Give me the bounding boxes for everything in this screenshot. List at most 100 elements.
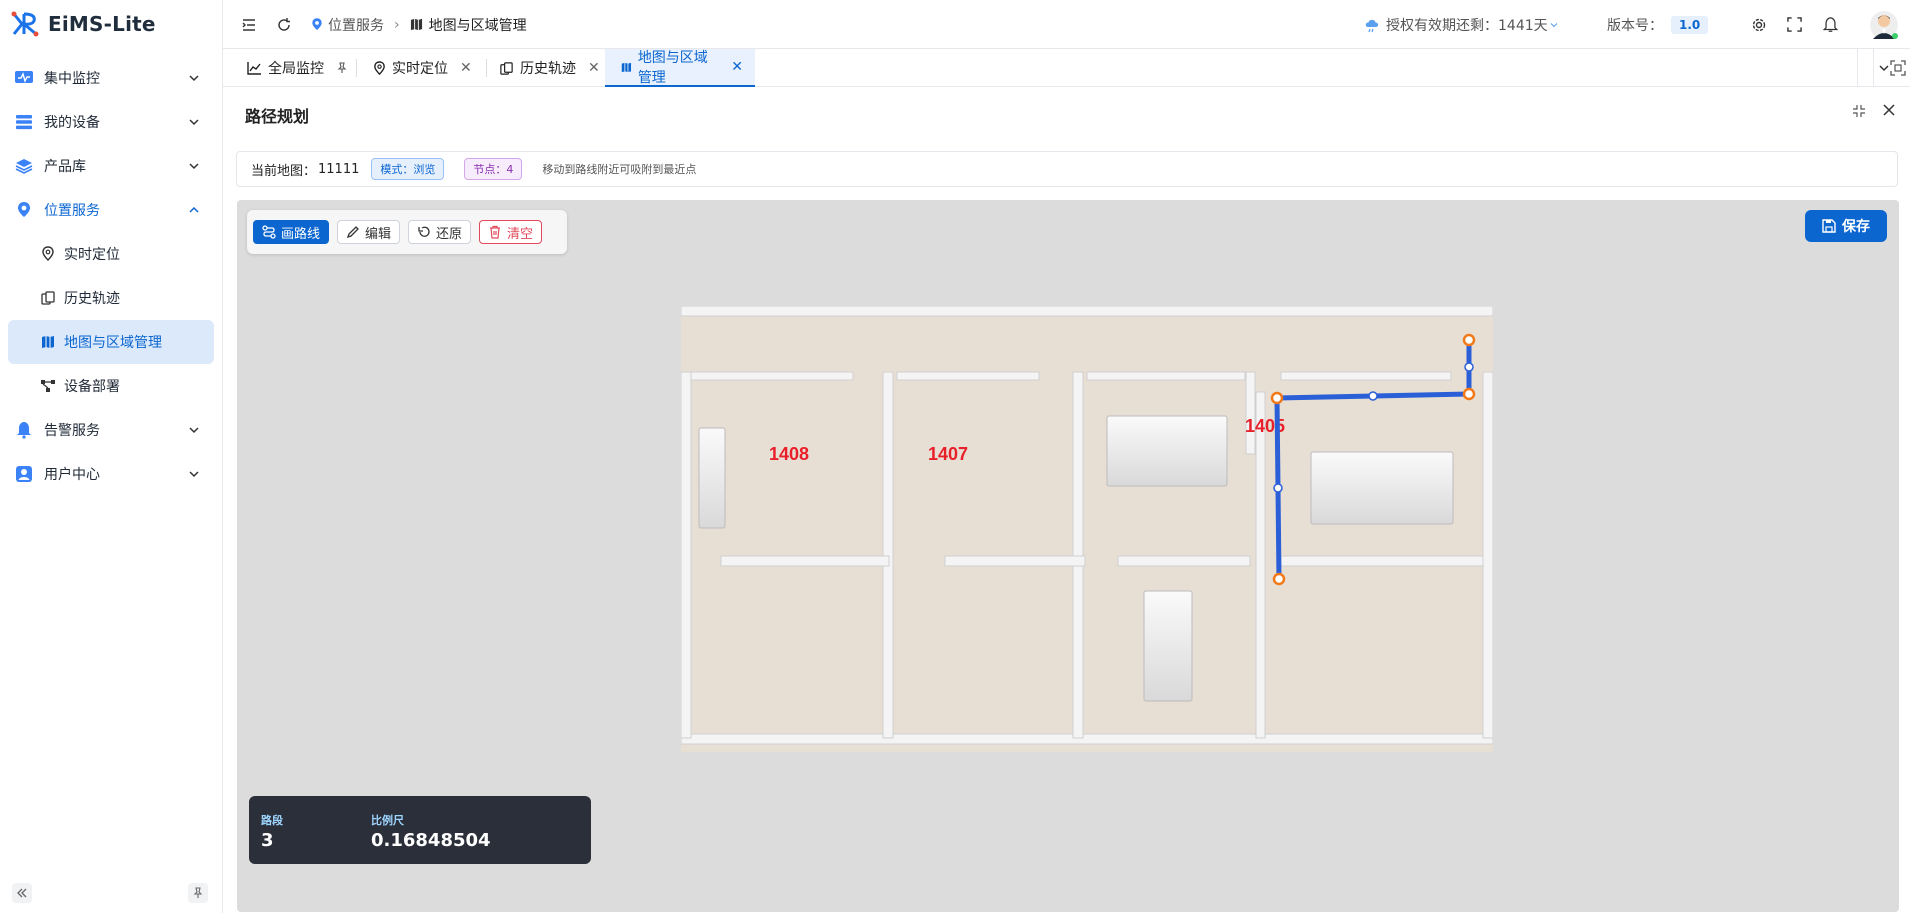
pushpin-icon[interactable] <box>336 62 348 74</box>
license-info[interactable]: 授权有效期还剩：1441天 <box>1364 0 1560 49</box>
tab-label: 历史轨迹 <box>520 61 576 77</box>
menu-toggle-button[interactable] <box>241 0 257 49</box>
pin-sidebar-button[interactable] <box>188 883 208 903</box>
pin-icon <box>374 60 385 75</box>
segments-value: 3 <box>261 830 274 851</box>
route-direction-arrow <box>1464 362 1474 372</box>
scan-icon <box>1890 60 1906 76</box>
main-content: 路径规划 当前地图： 11111 模式：浏览 节点：4 移动到路线附近可吸附到最… <box>223 87 1910 913</box>
user-center-icon <box>14 464 34 484</box>
map-icon <box>40 334 56 350</box>
save-button[interactable]: 保存 <box>1805 210 1887 242</box>
sidebar-item-monitor[interactable]: 集中监控 <box>0 56 222 100</box>
collapse-panel-button[interactable] <box>1852 103 1866 122</box>
sidebar-item-location[interactable]: 位置服务 <box>0 188 222 232</box>
notifications-button[interactable] <box>1823 0 1838 49</box>
breadcrumb: 位置服务 › 地图与区域管理 <box>310 0 527 49</box>
sidebar-subitem-history[interactable]: 历史轨迹 <box>0 276 222 320</box>
top-bar: 位置服务 › 地图与区域管理 授权有效期还剩：1441天 版本号： 1.0 <box>223 0 1910 49</box>
cloud-rain-icon <box>1365 19 1379 32</box>
draw-route-button[interactable]: 画路线 <box>253 220 330 244</box>
bell-icon <box>1823 16 1838 32</box>
chevron-up-icon <box>189 206 199 213</box>
sidebar-footer <box>0 873 222 913</box>
chart-icon <box>247 62 261 75</box>
sidebar-subitem-map[interactable]: 地图与区域管理 <box>8 320 214 364</box>
nodes-badge: 节点：4 <box>464 158 523 180</box>
clear-button[interactable]: 清空 <box>479 220 543 244</box>
save-icon <box>1822 219 1836 233</box>
stats-panel: 路段 3 比例尺 0.16848504 <box>249 796 591 864</box>
close-panel-button[interactable] <box>1882 102 1896 121</box>
close-icon[interactable]: ✕ <box>588 60 600 76</box>
sidebar-item-label: 我的设备 <box>44 115 100 131</box>
refresh-icon <box>278 17 290 31</box>
floor-plan[interactable]: 1408 14071405 <box>681 306 1493 752</box>
chevron-down-icon <box>189 119 199 126</box>
restore-button[interactable]: 还原 <box>408 220 472 244</box>
sidebar-item-user-center[interactable]: 用户中心 <box>0 452 222 496</box>
route-node[interactable] <box>1462 387 1476 401</box>
tab-history[interactable]: 历史轨迹 ✕ <box>487 49 612 87</box>
sidebar-subitem-label: 地图与区域管理 <box>64 335 162 351</box>
sidebar-item-label: 用户中心 <box>44 467 100 483</box>
room-label: 1407 <box>928 444 968 464</box>
close-icon[interactable]: ✕ <box>460 60 472 76</box>
refresh-button[interactable] <box>276 0 292 49</box>
sidebar-subitem-label: 设备部署 <box>64 379 120 395</box>
edit-label: 编辑 <box>365 226 392 242</box>
pin-icon <box>40 246 56 262</box>
pencil-icon <box>346 226 359 239</box>
collapse-sidebar-button[interactable] <box>12 883 32 903</box>
screenshot-button[interactable] <box>1890 60 1906 80</box>
tab-realtime[interactable]: 实时定位 ✕ <box>357 49 484 87</box>
page-title: 路径规划 <box>245 107 310 126</box>
chevron-down-icon <box>189 75 199 82</box>
sidebar-item-alerts[interactable]: 告警服务 <box>0 408 222 452</box>
map-info-bar: 当前地图： 11111 模式：浏览 节点：4 移动到路线附近可吸附到最近点 <box>236 151 1898 187</box>
breadcrumb-separator: › <box>394 16 400 33</box>
settings-button[interactable] <box>1751 0 1767 49</box>
route-node[interactable] <box>1270 391 1284 405</box>
undo-icon <box>418 226 430 237</box>
route-node[interactable] <box>1272 572 1286 586</box>
map-canvas[interactable]: 画路线 编辑 还原 清空 保存 1408 1407 1405 路段 3 比例尺 … <box>237 200 1899 912</box>
fullscreen-icon <box>1787 17 1802 32</box>
app-logo[interactable]: EiMS-Lite <box>10 8 156 40</box>
user-avatar[interactable] <box>1869 0 1899 49</box>
sidebar-item-devices[interactable]: 我的设备 <box>0 100 222 144</box>
scale-label: 比例尺 <box>371 814 404 827</box>
location-service-icon <box>312 18 322 30</box>
map-icon <box>410 18 422 31</box>
sidebar-menu: 集中监控 我的设备 产品库 位置服务 实时定位 历史轨迹 地图与区域管理 设备部… <box>0 56 222 496</box>
room-label: 1408 <box>769 444 809 464</box>
breadcrumb-item[interactable]: 位置服务 <box>328 15 384 35</box>
history-icon <box>500 61 513 75</box>
device-list-icon <box>14 112 34 132</box>
tab-bar: 全局监控 实时定位 ✕ 历史轨迹 ✕ 地图与区域管理 ✕ <box>223 49 1910 87</box>
tab-label: 地图与区域管理 <box>637 50 708 86</box>
current-map-value: 11111 <box>318 161 360 177</box>
tab-map-management[interactable]: 地图与区域管理 ✕ <box>605 49 755 87</box>
license-text: 授权有效期还剩：1441天 <box>1386 17 1548 34</box>
close-icon[interactable]: ✕ <box>731 59 743 75</box>
route-node[interactable] <box>1462 333 1476 347</box>
restore-label: 还原 <box>436 226 463 242</box>
segments-label: 路段 <box>261 814 283 827</box>
draw-route-label: 画路线 <box>281 226 321 242</box>
fullscreen-button[interactable] <box>1787 0 1802 49</box>
sidebar-subitem-deploy[interactable]: 设备部署 <box>0 364 222 408</box>
edit-button[interactable]: 编辑 <box>337 220 401 244</box>
route-toolbar: 画路线 编辑 还原 清空 <box>247 210 567 254</box>
clear-label: 清空 <box>507 226 534 242</box>
monitor-icon <box>14 68 34 88</box>
sidebar-subitem-realtime[interactable]: 实时定位 <box>0 232 222 276</box>
tab-label: 全局监控 <box>268 61 324 77</box>
bell-icon <box>14 420 34 440</box>
tab-global-monitor[interactable]: 全局监控 <box>223 49 360 87</box>
map-icon <box>621 62 632 72</box>
sidebar-item-products[interactable]: 产品库 <box>0 144 222 188</box>
double-chevron-left-icon <box>17 888 27 898</box>
pushpin-icon <box>193 887 203 898</box>
logo-icon <box>11 11 39 37</box>
